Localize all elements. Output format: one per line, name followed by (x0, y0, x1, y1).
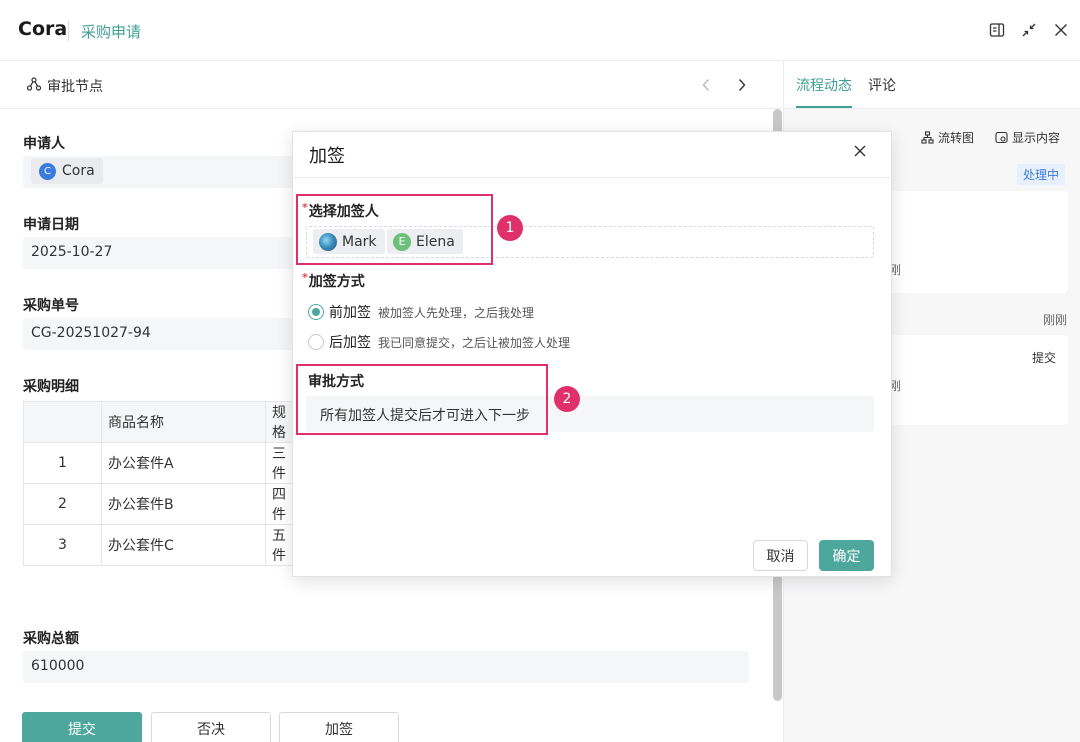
total-field: 610000 (23, 651, 749, 683)
app-title: Cora (18, 18, 68, 40)
flowchart-label: 流转图 (938, 131, 975, 145)
table-row: 2 办公套件B 四件 (23, 483, 296, 525)
detail-label: 采购明细 (23, 379, 79, 395)
reject-button[interactable]: 否决 (151, 712, 271, 742)
table-row: 1 办公套件A 三件 (23, 442, 296, 484)
sidebar-panel-icon[interactable] (987, 20, 1007, 40)
table-header-row: 商品名称 规格 (23, 401, 296, 443)
applicant-name: Cora (62, 163, 95, 179)
table-row: 3 办公套件C 五件 (23, 524, 296, 566)
next-node-chevron-icon[interactable] (732, 75, 752, 95)
tab-comments[interactable]: 评论 (868, 75, 896, 95)
submit-button[interactable]: 提交 (22, 712, 142, 742)
table-cell: 办公套件A (101, 442, 266, 484)
annotation-marker-1: 1 (497, 215, 523, 241)
dialog-close-icon[interactable] (853, 144, 867, 162)
confirm-button[interactable]: 确定 (819, 540, 874, 571)
applicant-chip: C Cora (31, 158, 103, 184)
tab-flow-activity[interactable]: 流程动态 (796, 75, 852, 95)
top-header: Cora 采购申请 (0, 0, 1080, 61)
add-signer-button[interactable]: 加签 (279, 712, 399, 742)
activity-time-just-now: 刚刚 (1043, 313, 1068, 327)
table-cell: 五件 (265, 524, 296, 566)
activity-tabs: 流程动态 评论 (784, 61, 1080, 109)
table-cell: 办公套件B (101, 483, 266, 525)
status-badge: 处理中 (1017, 164, 1066, 185)
table-cell: 四件 (265, 483, 296, 525)
table-cell: 三件 (265, 442, 296, 484)
prev-node-chevron-icon[interactable] (696, 75, 716, 95)
table-cell: 2 (23, 483, 102, 525)
total-label: 采购总额 (23, 631, 79, 647)
approval-node-bar: 审批节点 (0, 61, 783, 109)
table-header-product: 商品名称 (101, 401, 266, 443)
collapse-icon[interactable] (1019, 20, 1039, 40)
approval-node-label[interactable]: 审批节点 (47, 76, 103, 96)
table-cell: 3 (23, 524, 102, 566)
annotation-marker-2: 2 (554, 386, 580, 412)
radio-label: 前加签 (329, 305, 371, 321)
flow-node-icon (26, 77, 42, 95)
show-content-label: 显示内容 (1012, 131, 1061, 145)
radio-label: 后加签 (329, 335, 371, 351)
radio-button[interactable] (308, 304, 324, 320)
table-header-spec: 规格 (265, 401, 296, 443)
flowchart-button[interactable]: 流转图 (921, 129, 974, 146)
applicant-label: 申请人 (23, 136, 65, 152)
active-tab-indicator (796, 106, 852, 108)
table-header-index (23, 401, 102, 443)
highlight-box-approval-mode (296, 364, 548, 435)
show-content-button[interactable]: 显示内容 (995, 129, 1060, 146)
radio-button[interactable] (308, 334, 324, 350)
title-divider (68, 21, 69, 41)
page-name: 采购申请 (81, 23, 142, 41)
radio-after-sign[interactable]: 后加签 我已同意提交，之后让被加签人处理 (308, 332, 570, 352)
radio-description: 我已同意提交，之后让被加签人处理 (378, 335, 571, 350)
show-content-icon (995, 131, 1008, 144)
cancel-button[interactable]: 取消 (753, 540, 808, 571)
close-icon[interactable] (1051, 20, 1071, 40)
activity-action: 提交 (1032, 351, 1057, 365)
flowchart-icon (921, 131, 934, 144)
highlight-box-signer (296, 194, 493, 265)
method-label: *加签方式 (302, 271, 365, 290)
purchase-detail-table: 商品名称 规格 1 办公套件A 三件 2 办公套件B 四件 3 办公套件C 五件 (23, 401, 296, 566)
dialog-title: 加签 (309, 146, 345, 167)
avatar: C (39, 162, 56, 180)
date-label: 申请日期 (23, 217, 79, 233)
table-cell: 办公套件C (101, 524, 266, 566)
order-number-label: 采购单号 (23, 298, 79, 314)
table-cell: 1 (23, 442, 102, 484)
radio-before-sign[interactable]: 前加签 被加签人先处理，之后我处理 (308, 302, 534, 322)
radio-description: 被加签人先处理，之后我处理 (378, 305, 535, 320)
dialog-header: 加签 (293, 132, 891, 178)
